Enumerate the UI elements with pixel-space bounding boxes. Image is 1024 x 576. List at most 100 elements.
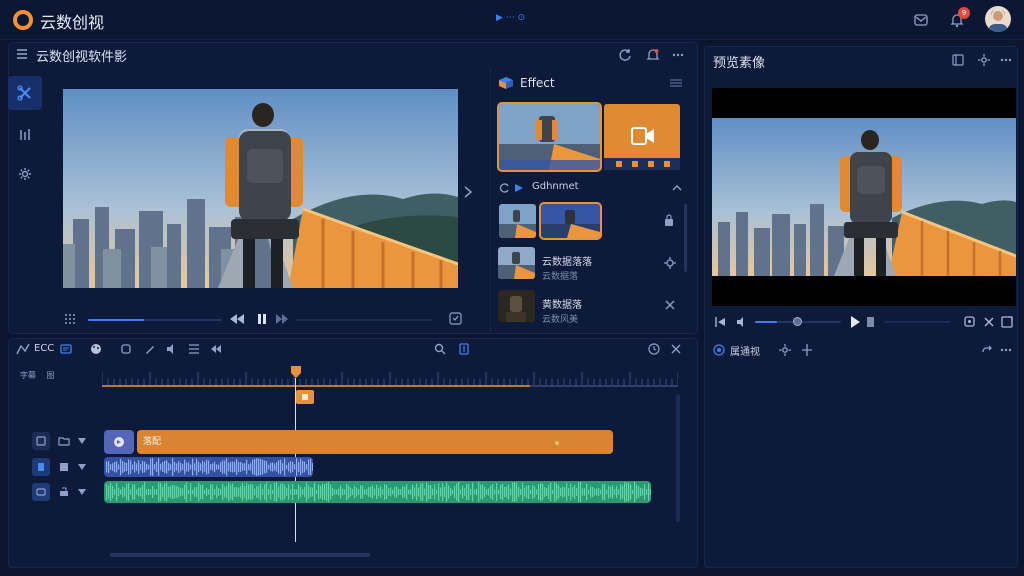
music-track-icon[interactable] <box>32 483 50 501</box>
forward-icon[interactable] <box>276 314 288 324</box>
rewind-icon[interactable] <box>230 314 244 324</box>
crop-icon[interactable] <box>120 343 132 355</box>
timeline-mode-icon[interactable] <box>16 343 30 355</box>
stop-icon[interactable] <box>866 316 876 328</box>
effect-scrollbar[interactable] <box>684 204 687 272</box>
collapse-chevron-icon[interactable] <box>672 184 682 191</box>
effect-menu-icon[interactable] <box>670 79 682 87</box>
waveform-bar <box>266 461 268 473</box>
video-track-icon[interactable] <box>32 432 50 450</box>
waveform-bar <box>180 487 182 497</box>
grid-icon[interactable] <box>64 313 76 325</box>
rail-edit-button[interactable] <box>8 76 42 110</box>
close-icon[interactable] <box>664 299 676 311</box>
square-icon[interactable] <box>58 462 70 472</box>
pen-icon[interactable] <box>144 343 156 355</box>
list-thumb-1-selected[interactable] <box>539 202 602 240</box>
next-chevron-icon[interactable] <box>462 185 474 199</box>
fullscreen-icon[interactable] <box>1001 316 1013 328</box>
rail-audio-button[interactable] <box>8 118 42 152</box>
waveform-bar <box>556 483 558 501</box>
waveform-bar <box>252 459 254 475</box>
list-item[interactable]: 黄数据落 云数风美 <box>498 290 682 330</box>
main-progress-bar[interactable] <box>88 319 222 321</box>
alert-bell-icon[interactable] <box>642 44 664 66</box>
chevron-down-icon[interactable] <box>78 464 86 470</box>
prev-icon[interactable] <box>736 316 748 328</box>
back-icon[interactable] <box>210 343 222 355</box>
waveform-bar <box>130 460 132 474</box>
clip-keyframe[interactable] <box>555 441 559 445</box>
export-frame-icon[interactable] <box>449 312 462 325</box>
rail-settings-button[interactable] <box>8 157 42 191</box>
preview-volume-track[interactable] <box>884 321 950 323</box>
title-clip[interactable] <box>104 430 134 454</box>
volume-track[interactable] <box>296 319 432 321</box>
waveform-bar <box>126 463 128 471</box>
list-item-title: 云数据落落 <box>542 257 592 268</box>
waveform-bar <box>486 489 488 495</box>
audio-icon[interactable] <box>166 343 178 355</box>
waveform-bar <box>172 458 174 476</box>
waveform-bar <box>300 486 302 498</box>
list-icon[interactable] <box>188 343 200 355</box>
effect-thumb-selected[interactable] <box>497 102 602 172</box>
pause-icon[interactable] <box>257 314 267 324</box>
waveform-bar <box>120 458 122 476</box>
effects-gear-icon[interactable] <box>779 344 791 356</box>
view-toggle-icon[interactable] <box>713 344 725 356</box>
palette-icon[interactable] <box>90 343 102 355</box>
preview-video[interactable] <box>712 118 1016 276</box>
frame-back-icon[interactable] <box>714 316 726 328</box>
waveform-bar <box>270 484 272 500</box>
preview-adjust-icon[interactable] <box>963 315 976 328</box>
main-video-frame[interactable] <box>63 89 458 288</box>
waveform-bar <box>116 482 118 502</box>
list-thumb-1[interactable] <box>499 204 536 238</box>
waveform-bar <box>214 489 216 495</box>
split-icon[interactable] <box>800 344 814 356</box>
snap-icon[interactable] <box>458 343 470 355</box>
waveform-bar <box>146 463 148 471</box>
video-clip[interactable]: 落配 <box>137 430 613 454</box>
timeline-ruler[interactable] <box>102 366 678 388</box>
waveform-bar <box>280 459 282 475</box>
sync-icon[interactable] <box>498 182 510 194</box>
timeline-horizontal-scrollbar[interactable] <box>110 553 370 557</box>
audio-clip[interactable] <box>104 457 313 477</box>
playhead-handle[interactable] <box>290 366 302 378</box>
menu-icon[interactable] <box>16 48 28 60</box>
preview-settings-icon[interactable] <box>978 54 990 66</box>
search-icon[interactable] <box>434 343 446 355</box>
waveform-bar <box>576 487 578 497</box>
link-icon[interactable] <box>981 344 993 356</box>
folder-icon[interactable] <box>58 436 70 446</box>
marker-flag[interactable] <box>296 390 314 404</box>
more-icon[interactable] <box>667 44 689 66</box>
waveform-bar <box>256 458 258 476</box>
preview-footer-more-icon[interactable] <box>1000 344 1012 356</box>
preview-more-icon[interactable] <box>1000 54 1012 66</box>
list-item[interactable]: 云数据落落 云数据落 <box>498 247 682 287</box>
waveform-bar <box>412 484 414 500</box>
chevron-down-icon[interactable] <box>78 489 86 495</box>
audio-track-icon[interactable] <box>32 458 50 476</box>
music-clip[interactable] <box>104 481 651 503</box>
avatar[interactable] <box>985 6 1011 32</box>
lock-icon[interactable] <box>664 214 674 226</box>
waveform-bar <box>488 488 490 496</box>
waveform-bar <box>432 488 434 496</box>
mail-icon[interactable] <box>910 9 932 31</box>
stack-icon[interactable] <box>58 487 70 497</box>
preview-close-icon[interactable] <box>983 316 995 328</box>
preview-play-icon[interactable] <box>850 316 860 328</box>
clock-icon[interactable] <box>648 343 660 355</box>
refresh-icon[interactable] <box>614 44 636 66</box>
chevron-down-icon[interactable] <box>78 438 86 444</box>
close-timeline-icon[interactable] <box>670 343 682 355</box>
caption-icon[interactable] <box>60 343 72 355</box>
waveform-bar <box>498 489 500 495</box>
layout-icon[interactable] <box>952 54 964 66</box>
timeline-vertical-scrollbar[interactable] <box>676 394 680 522</box>
adjust-icon[interactable] <box>664 257 676 269</box>
